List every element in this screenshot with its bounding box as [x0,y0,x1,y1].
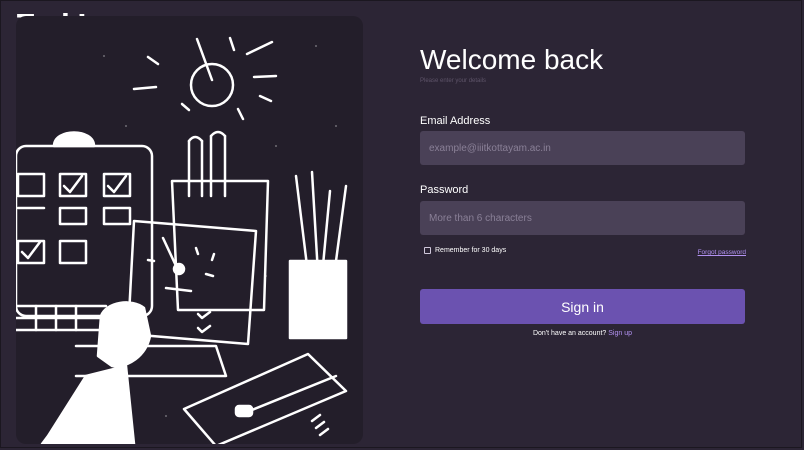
illustration-panel [16,16,363,444]
sign-in-button[interactable]: Sign in [420,289,745,324]
signup-prompt-row: Don't have an account? Sign up [420,330,745,337]
sign-up-link[interactable]: Sign up [608,330,632,337]
forgot-password-link[interactable]: Forgot password [698,249,746,256]
page-title: Welcome back [420,44,604,75]
remember-me[interactable]: Remember for 30 days [424,247,506,254]
password-field[interactable] [420,201,745,235]
remember-checkbox[interactable] [424,247,431,254]
email-field[interactable] [420,131,745,165]
remember-label: Remember for 30 days [435,247,507,254]
email-label: Email Address [420,115,491,127]
desk-workspace-illustration [16,36,348,444]
page-subtitle: Please enter your details [420,78,487,84]
signup-prompt: Don't have an account? [532,330,607,337]
password-label: Password [420,184,469,196]
